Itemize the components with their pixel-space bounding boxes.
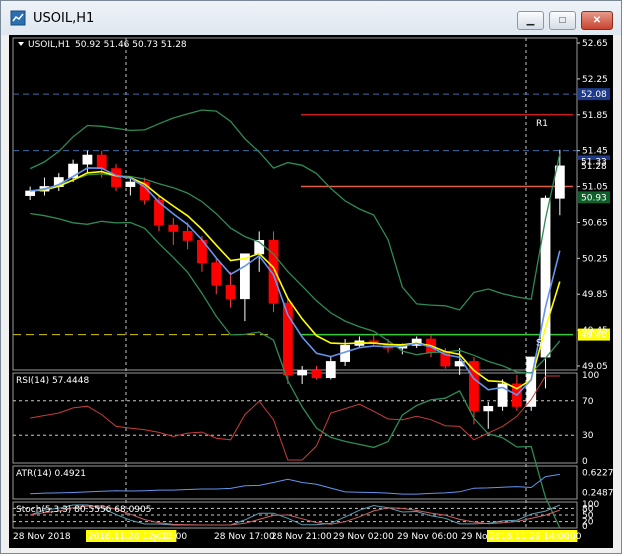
price-axis-label: 50.25 (582, 254, 608, 264)
time-axis-label: :00 (567, 532, 582, 542)
candle-body[interactable] (225, 284, 236, 300)
chart-window: USOIL,H1 ▁ □ ✕ 52.65 52.25 51.85 51.45 51.05… (0, 0, 622, 554)
window-title: USOIL,H1 (33, 11, 95, 26)
atr-line (30, 473, 560, 495)
bollinger-upper-band (29, 109, 561, 311)
candle-body[interactable] (125, 181, 136, 187)
price-axis-label: 51.05 (582, 183, 608, 193)
chart-symbol-label: USOIL,H1 (28, 40, 70, 50)
minimize-button[interactable]: ▁ (517, 11, 544, 30)
indicator-label-3: Stoch(5,3,3) 80.5556 68.0905 (16, 505, 151, 515)
indicator-panel-frame-2 (12, 465, 578, 500)
time-axis-label: 28 Nov 17:00 (214, 532, 275, 542)
price-axis-label: 52.25 (582, 75, 608, 85)
candle-body[interactable] (182, 231, 193, 241)
time-axis-label: 28 Nov 21:00 (271, 532, 332, 542)
time-axis-label: y 13:00 (153, 532, 187, 542)
candle-body[interactable] (483, 405, 494, 412)
candle-body[interactable] (311, 370, 322, 379)
price-tag-label: 50.93 (581, 193, 607, 203)
price-tag-label: 49.40 (581, 331, 607, 341)
maximize-button[interactable]: □ (549, 11, 576, 30)
chart-ohlc-values: 50.92 51.46 50.73 51.28 (75, 40, 187, 50)
price-axis-label: 51.85 (582, 111, 608, 121)
ema-slow-line (30, 167, 561, 396)
price-chart[interactable]: 52.65 52.25 51.85 51.45 51.05 50.65 50.25 49.85… (9, 35, 613, 548)
time-axis-label: 29 Nov 06:00 (397, 532, 458, 542)
chart-menu-triangle-icon (18, 42, 24, 46)
candle-body[interactable] (82, 154, 93, 165)
indicator-panel-frame-1 (12, 372, 578, 464)
indicator-scale-label: 0 (582, 457, 588, 467)
rsi-line (30, 375, 560, 461)
s1-label: S1 (536, 339, 547, 349)
close-button[interactable]: ✕ (581, 11, 613, 30)
price-axis-label: 52.65 (582, 39, 608, 49)
maximize-icon: □ (559, 15, 566, 26)
price-axis-label: 49.85 (582, 290, 608, 300)
price-tag-label: 52.08 (581, 90, 607, 100)
close-icon: ✕ (592, 15, 602, 26)
candle-body[interactable] (297, 370, 308, 376)
ema-fast-line (30, 170, 561, 390)
title-bar[interactable]: USOIL,H1 ▁ □ ✕ (1, 1, 621, 35)
indicator-scale-label: 70 (582, 397, 594, 407)
minimize-icon: ▁ (526, 15, 535, 26)
indicator-scale-label: 100 (582, 371, 599, 381)
time-axis-label: 2018.11.29 14:00 (489, 532, 570, 542)
candle-body[interactable] (239, 253, 250, 300)
indicator-scale-label: 30 (582, 431, 594, 441)
candle-body[interactable] (168, 224, 179, 232)
candle-body[interactable] (325, 361, 336, 379)
bollinger-middle-band (30, 173, 561, 374)
candle-body[interactable] (25, 190, 36, 196)
candle-body[interactable] (96, 154, 107, 170)
price-tag-label: 51.28 (581, 162, 607, 172)
chart-area[interactable]: 52.65 52.25 51.85 51.45 51.05 50.65 50.25 49.85… (9, 35, 613, 548)
indicator-scale-label: 0.6227 (582, 468, 613, 478)
chart-app-icon (10, 10, 26, 26)
candle-body[interactable] (469, 361, 479, 412)
indicator-label-1: RSI(14) 57.4448 (16, 376, 89, 386)
time-axis-label: 28 Nov 2018 (13, 532, 71, 542)
indicator-scale-label: 0 (582, 522, 588, 532)
price-axis-label: 50.65 (582, 218, 608, 228)
indicator-label-2: ATR(14) 0.4921 (16, 469, 86, 479)
time-axis-label: 29 Nov 02:00 (333, 532, 394, 542)
price-axis-label: 51.45 (582, 147, 608, 157)
r1-label: R1 (536, 119, 548, 129)
candle-body[interactable] (211, 262, 222, 286)
time-axis-label: 29 No (461, 532, 488, 542)
candle-body[interactable] (111, 168, 121, 187)
indicator-scale-label: 0.2487 (582, 489, 613, 499)
main-panel-frame (12, 37, 578, 371)
